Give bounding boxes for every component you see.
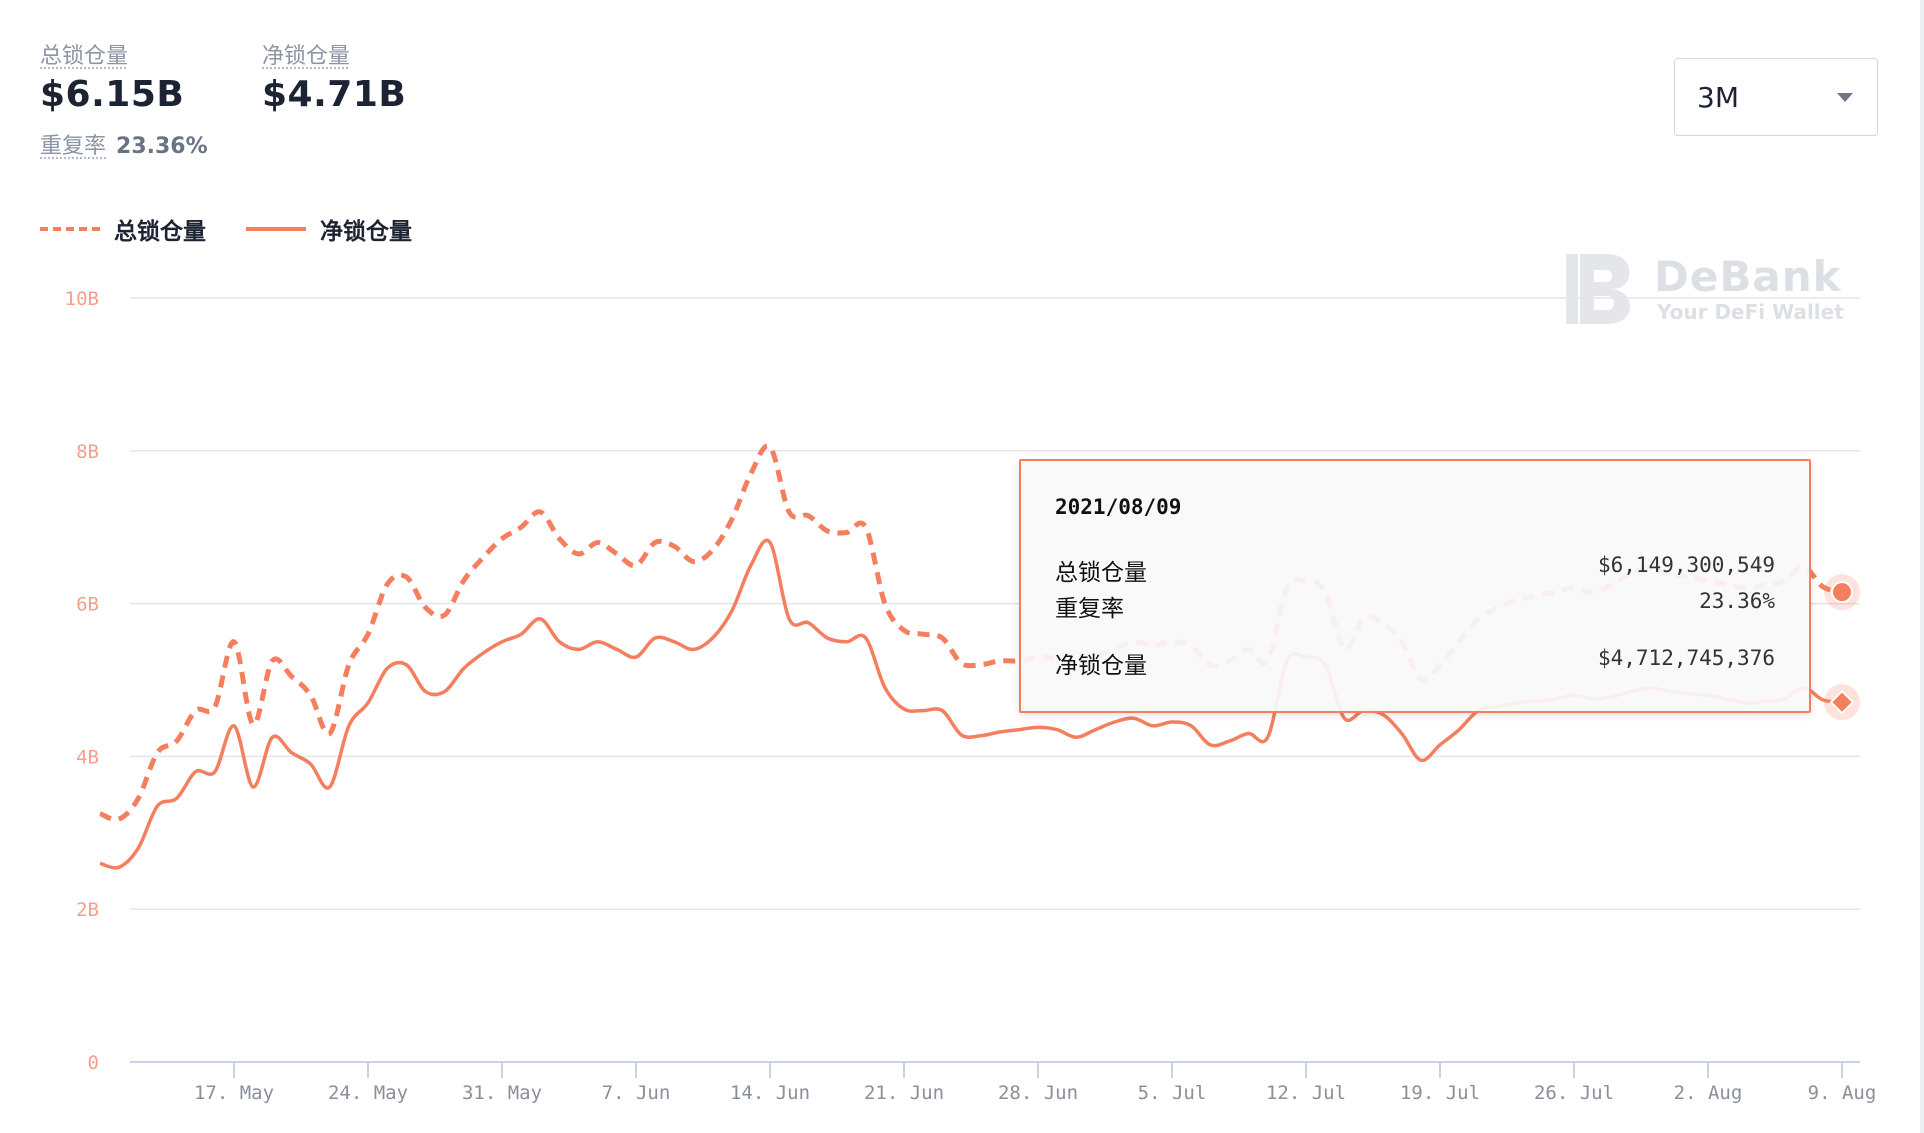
tooltip-label: 总锁仓量: [1055, 560, 1147, 586]
x-axis: 17. May 24. May 31. May 7. Jun 14. Jun 21. Ju…: [130, 1061, 1877, 1104]
x-tick-label: 5. Jul: [1138, 1082, 1207, 1104]
x-tick-label: 21. Jun: [864, 1082, 944, 1104]
x-tick-label: 31. May: [462, 1082, 542, 1104]
x-tick-label: 17. May: [194, 1082, 274, 1104]
tooltip-label: 重复率: [1055, 596, 1124, 622]
tooltip-row-ratio: 重复率 23.36%: [1055, 589, 1775, 623]
y-tick-label: 10B: [65, 288, 99, 310]
y-tick-label: 4B: [76, 746, 99, 768]
tooltip-date: 2021/08/09: [1055, 495, 1182, 519]
x-tick-label: 2. Aug: [1674, 1082, 1743, 1104]
hover-marker-circle: [1831, 581, 1853, 604]
y-tick-label: 8B: [76, 441, 99, 463]
tooltip-label: 净锁仓量: [1055, 653, 1147, 679]
tooltip-row-net: 净锁仓量 $4,712,745,376: [1055, 646, 1775, 680]
y-tick-label: 6B: [76, 594, 99, 616]
y-tick-label: 2B: [76, 899, 99, 921]
x-tick-label: 19. Jul: [1400, 1082, 1480, 1104]
y-tick-label: 0: [88, 1052, 99, 1074]
tooltip-value: 23.36%: [1699, 589, 1775, 613]
x-tick-label: 12. Jul: [1266, 1082, 1346, 1104]
x-tick-label: 26. Jul: [1534, 1082, 1614, 1104]
tooltip-row-total: 总锁仓量 $6,149,300,549: [1055, 553, 1775, 587]
x-tick-label: 24. May: [328, 1082, 408, 1104]
tooltip-value: $6,149,300,549: [1597, 553, 1775, 577]
scrollbar-track[interactable]: [1920, 0, 1924, 1133]
chart-tooltip: 2021/08/09 总锁仓量 $6,149,300,549 重复率 23.36…: [1019, 459, 1811, 713]
x-tick-label: 28. Jun: [998, 1082, 1078, 1104]
tooltip-value: $4,712,745,376: [1597, 646, 1775, 670]
x-tick-label: 7. Jun: [602, 1082, 671, 1104]
x-tick-label: 9. Aug: [1808, 1082, 1877, 1104]
y-axis: 0 2B 4B 6B 8B 10B: [65, 288, 99, 1074]
chart-markers: [1824, 574, 1860, 721]
x-tick-label: 14. Jun: [730, 1082, 810, 1104]
